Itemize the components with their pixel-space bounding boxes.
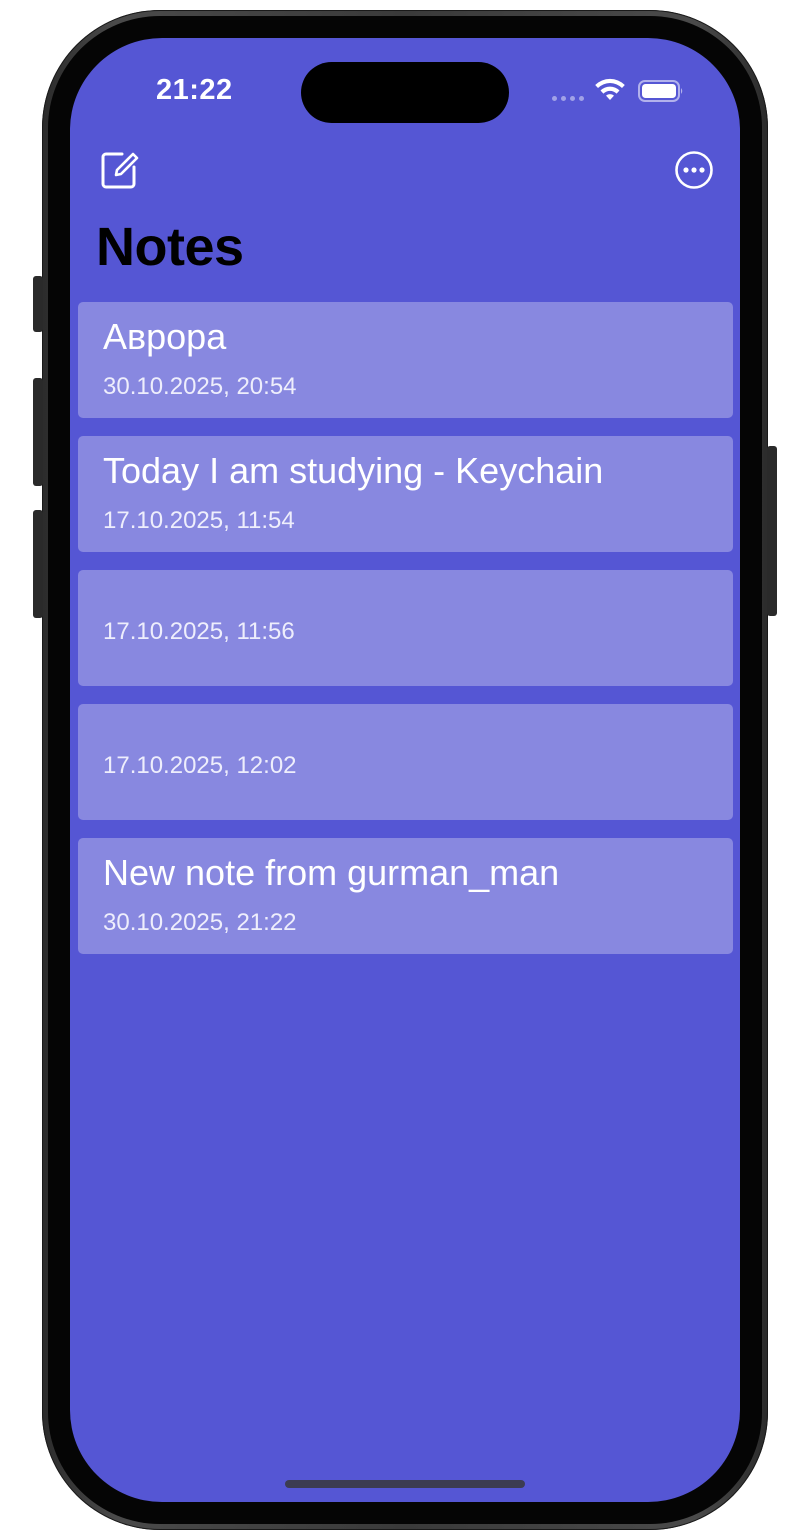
action-button — [33, 276, 43, 332]
note-date: 17.10.2025, 12:02 — [103, 752, 297, 779]
note-date: 17.10.2025, 11:54 — [103, 507, 295, 534]
note-date: 30.10.2025, 20:54 — [103, 373, 297, 400]
wifi-icon — [595, 78, 625, 100]
compose-icon[interactable] — [98, 148, 140, 190]
cellular-dots-icon — [552, 96, 586, 102]
note-title: Аврора — [103, 316, 227, 357]
status-time: 21:22 — [156, 74, 233, 106]
battery-icon — [638, 80, 683, 102]
note-card[interactable]: 17.10.2025, 11:56 — [78, 570, 733, 686]
note-card[interactable]: Today I am studying - Keychain 17.10.202… — [78, 436, 733, 552]
note-title: Today I am studying - Keychain — [103, 450, 604, 491]
ellipsis-circle-icon[interactable] — [674, 150, 714, 190]
volume-down-button — [33, 510, 43, 618]
power-button — [767, 446, 777, 616]
volume-up-button — [33, 378, 43, 486]
home-indicator[interactable] — [285, 1480, 525, 1488]
note-title: New note from gurman_man — [103, 852, 560, 893]
note-card[interactable]: New note from gurman_man 30.10.2025, 21:… — [78, 838, 733, 954]
notes-list: Аврора 30.10.2025, 20:54 Today I am stud… — [78, 302, 733, 972]
note-card[interactable]: Аврора 30.10.2025, 20:54 — [78, 302, 733, 418]
page-title: Notes — [96, 217, 244, 277]
note-date: 30.10.2025, 21:22 — [103, 909, 297, 936]
note-card[interactable]: 17.10.2025, 12:02 — [78, 704, 733, 820]
dynamic-island — [301, 62, 509, 123]
screen: 21:22 Notes Аврора 30.10.2025, 20:54 Tod… — [70, 38, 740, 1502]
note-date: 17.10.2025, 11:56 — [103, 618, 295, 645]
